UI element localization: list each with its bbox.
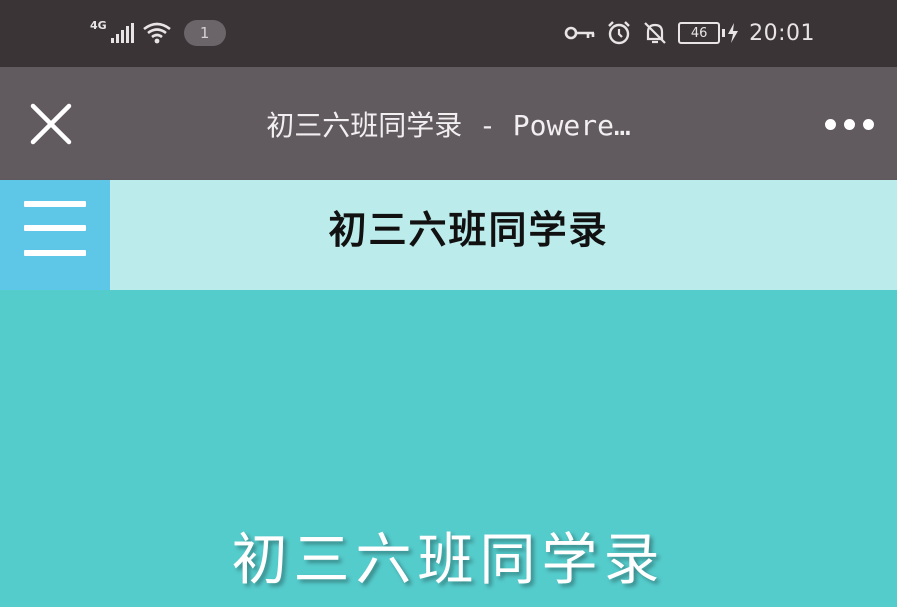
- bell-off-icon: [644, 22, 666, 44]
- hero-banner: 初三六班同学录: [0, 290, 897, 607]
- charging-icon: [728, 23, 739, 43]
- site-title: 初三六班同学录: [328, 206, 609, 252]
- status-time: 20:01: [749, 20, 815, 46]
- browser-title-bar: 初三六班同学录 - Powere…: [0, 67, 897, 180]
- status-left: 4G 1: [90, 16, 226, 50]
- status-right: 46 20:01: [564, 16, 815, 50]
- status-bar: 4G 1 46 20:01: [0, 0, 897, 67]
- signal-icon: [110, 23, 134, 43]
- site-header: 初三六班同学录: [0, 180, 897, 290]
- menu-icon[interactable]: [0, 180, 110, 290]
- wifi-icon: [142, 22, 171, 44]
- notification-badge: 1: [183, 20, 226, 46]
- alarm-icon: [608, 21, 630, 45]
- key-icon: [564, 26, 595, 40]
- network-type-label: 4G: [90, 18, 107, 32]
- page-title: 初三六班同学录 - Powere…: [266, 108, 631, 142]
- battery-level: 46: [678, 22, 721, 44]
- battery-indicator: 46: [678, 22, 739, 44]
- more-icon[interactable]: [819, 109, 879, 139]
- close-icon[interactable]: [28, 101, 74, 147]
- hero-title: 初三六班同学录: [231, 528, 666, 593]
